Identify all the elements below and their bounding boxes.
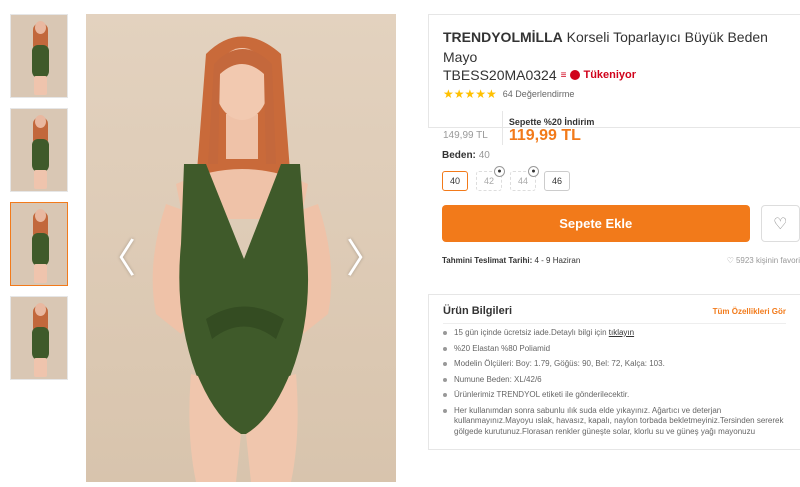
all-features-link[interactable]: Tüm Özellikleri Gör [713,307,786,316]
stock-bars-icon: ≡ [560,69,567,81]
delivery-estimate: Tahmini Teslimat Tarihi: 4 - 9 Haziran [442,256,581,265]
notify-bell-icon[interactable]: ● [494,166,505,177]
thumbnail-gallery [10,14,68,390]
thumbnail-2[interactable] [10,108,68,192]
product-panel: TRENDYOLMİLLA Korseli Toparlayıcı Büyük … [428,14,800,265]
product-info-title: Ürün Bilgileri [443,305,513,317]
promo-label: Sepette %20 İndirim [508,117,595,127]
previous-image-arrow-icon[interactable]: 〈 [96,239,136,279]
size-option-42[interactable]: 42 ● [476,166,505,191]
selected-size: 40 [478,150,490,161]
clock-icon [570,70,581,80]
heart-icon: ♡ [726,256,734,265]
list-item: Modelin Ölçüleri: Boy: 1.79, Göğüs: 90, … [443,359,786,370]
review-count[interactable]: 64 Değerlendirme [503,89,575,99]
size-option-40[interactable]: 40 [442,171,468,191]
product-code: TBESS20MA0324 [443,67,557,83]
cart-row: Sepete Ekle ♡ [428,205,800,242]
price-divider [501,111,503,145]
favorite-heart-icon[interactable]: ♡ [760,205,800,242]
old-price: 149,99 TL [443,130,488,141]
rating[interactable]: ★★★★★ 64 Değerlendirme [443,87,786,101]
brand-name[interactable]: TRENDYOLMİLLA [443,29,563,45]
star-rating-icon: ★★★★★ [443,87,497,101]
product-title: TRENDYOLMİLLA Korseli Toparlayıcı Büyük … [443,27,786,67]
list-item: 15 gün içinde ücretsiz iade.Detaylı bilg… [443,328,786,339]
product-info-list: 15 gün içinde ücretsiz iade.Detaylı bilg… [443,328,786,437]
list-item: Ürünlerimiz TRENDYOL etiketi ile gönderi… [443,390,786,401]
size-option-46[interactable]: 46 [544,171,570,191]
size-label: Beden: 40 [442,150,490,161]
divider [443,323,786,324]
thumbnail-4[interactable] [10,296,68,380]
add-to-cart-button[interactable]: Sepete Ekle [442,205,750,242]
size-options: 40 42 ● 44 ● 46 [442,166,786,191]
favorite-count: ♡ 5923 kişinin favori [726,256,800,265]
list-item: Numune Beden: XL/42/6 [443,375,786,386]
product-header: TRENDYOLMİLLA Korseli Toparlayıcı Büyük … [428,14,800,145]
size-option-44[interactable]: 44 ● [510,166,539,191]
stock-status: Tükeniyor [570,69,636,81]
delivery-row: Tahmini Teslimat Tarihi: 4 - 9 Haziran ♡… [442,256,800,265]
notify-bell-icon[interactable]: ● [528,166,539,177]
thumbnail-3[interactable] [10,202,68,286]
next-image-arrow-icon[interactable]: 〉 [346,239,386,279]
list-item: Her kullanımdan sonra sabunlu ılık suda … [443,406,786,438]
main-product-image: 〈 〉 [86,14,396,482]
thumbnail-1[interactable] [10,14,68,98]
list-item: %20 Elastan %80 Poliamid [443,344,786,355]
discounted-price: 119,99 TL [508,127,581,144]
return-details-link[interactable]: tıklayın [609,328,634,337]
product-info: Ürün Bilgileri Tüm Özellikleri Gör 15 gü… [428,294,800,450]
